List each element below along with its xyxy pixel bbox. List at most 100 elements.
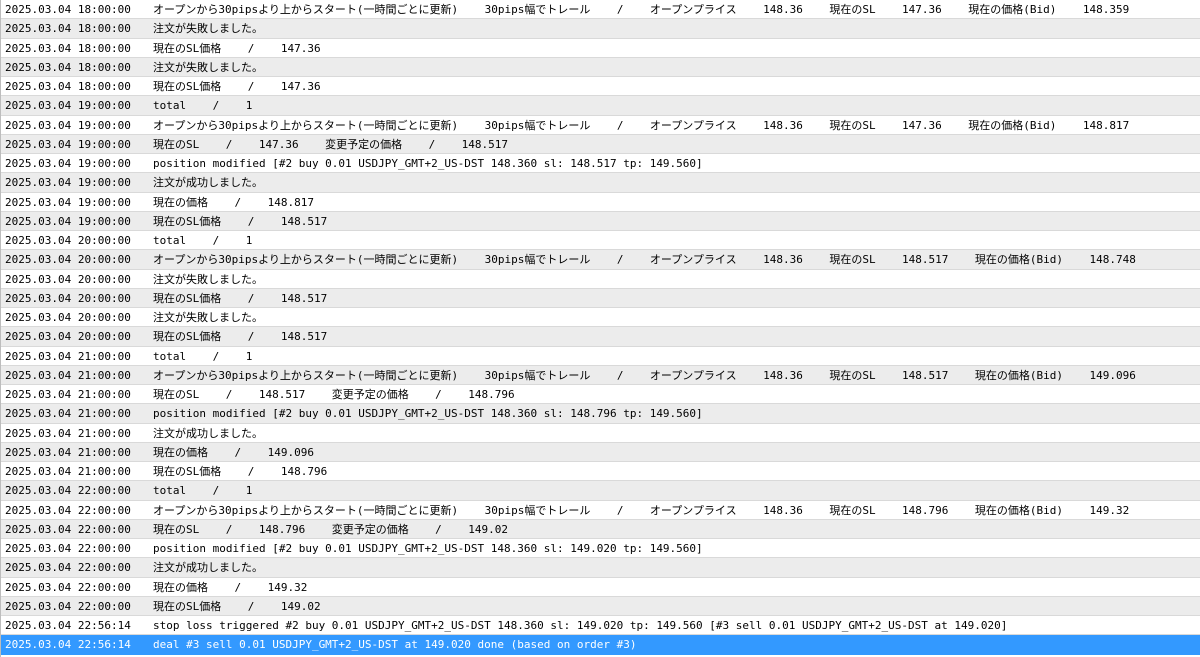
log-row-time: 2025.03.04 20:00:00	[5, 330, 131, 344]
log-row-message: オープンから30pipsより上からスタート(一時間ごとに更新) 30pips幅で…	[153, 118, 1130, 132]
log-row[interactable]: 2025.03.04 19:00:00 注文が成功しました。	[1, 173, 1200, 193]
log-row-message: 現在のSL価格 / 147.36	[153, 41, 321, 55]
log-row-time: 2025.03.04 21:00:00	[5, 445, 131, 459]
log-row[interactable]: 2025.03.04 19:00:00 total / 1	[1, 96, 1200, 116]
log-row-time: 2025.03.04 22:00:00	[5, 561, 131, 575]
log-row-time: 2025.03.04 19:00:00	[5, 118, 131, 132]
log-row-message: 注文が失敗しました。	[153, 22, 263, 36]
log-row-message: 現在のSL価格 / 149.02	[153, 599, 321, 613]
log-row-time: 2025.03.04 20:00:00	[5, 291, 131, 305]
log-row[interactable]: 2025.03.04 20:00:00 現在のSL価格 / 148.517	[1, 327, 1200, 347]
log-row-time: 2025.03.04 18:00:00	[5, 3, 131, 16]
log-row-message: 現在のSL価格 / 148.796	[153, 465, 328, 478]
log-row-message: position modified [#2 buy 0.01 USDJPY_GM…	[153, 157, 703, 170]
log-row[interactable]: 2025.03.04 22:00:00 現在のSL / 148.796 変更予定の…	[1, 519, 1200, 539]
log-row[interactable]: 2025.03.04 19:00:00 現在のSL価格 / 148.517	[1, 211, 1200, 231]
log-row[interactable]: 2025.03.04 22:00:00 注文が成功しました。	[1, 558, 1200, 578]
log-row-message: 現在のSL / 147.36 変更予定の価格 / 148.517	[153, 137, 509, 151]
log-row[interactable]: 2025.03.04 22:00:00 現在のSL価格 / 149.02	[1, 596, 1200, 616]
log-row[interactable]: 2025.03.04 21:00:00 オープンから30pipsより上からスタート…	[1, 365, 1200, 385]
log-row-time: 2025.03.04 22:00:00	[5, 580, 131, 594]
log-row[interactable]: 2025.03.04 21:00:00 注文が成功しました。	[1, 423, 1200, 443]
log-row-time: 2025.03.04 19:00:00	[5, 99, 131, 113]
log-row-time: 2025.03.04 18:00:00	[5, 60, 131, 74]
log-row-time: 2025.03.04 22:00:00	[5, 522, 131, 536]
log-row-message: stop loss triggered #2 buy 0.01 USDJPY_G…	[153, 619, 1008, 632]
log-row-time: 2025.03.04 21:00:00	[5, 465, 131, 478]
log-row-message: total / 1	[153, 484, 253, 498]
log-row-time: 2025.03.04 18:00:00	[5, 41, 131, 55]
log-row-time: 2025.03.04 21:00:00	[5, 349, 131, 363]
log-row[interactable]: 2025.03.04 22:00:00 オープンから30pipsより上からスタート…	[1, 500, 1200, 520]
log-row[interactable]: 2025.03.04 19:00:00 オープンから30pipsより上からスタート…	[1, 115, 1200, 135]
log-row[interactable]: 2025.03.04 22:00:00 現在の価格 / 149.32	[1, 577, 1200, 597]
log-row-message: 注文が失敗しました。	[153, 272, 263, 286]
log-row-time: 2025.03.04 22:56:14	[5, 638, 131, 652]
log-row[interactable]: 2025.03.04 18:00:00 オープンから30pipsより上からスタート…	[1, 0, 1200, 20]
log-row-time: 2025.03.04 20:00:00	[5, 311, 131, 324]
log-row[interactable]: 2025.03.04 20:00:00 オープンから30pipsより上からスタート…	[1, 250, 1200, 270]
log-row[interactable]: 2025.03.04 18:00:00 現在のSL価格 / 147.36	[1, 38, 1200, 58]
log-row-message: オープンから30pipsより上からスタート(一時間ごとに更新) 30pips幅で…	[153, 253, 1136, 267]
log-row[interactable]: 2025.03.04 21:00:00 position modified [#2…	[1, 404, 1200, 424]
log-row[interactable]: 2025.03.04 21:00:00 total / 1	[1, 346, 1200, 366]
log-row[interactable]: 2025.03.04 21:00:00 現在の価格 / 149.096	[1, 442, 1200, 462]
log-row-time: 2025.03.04 19:00:00	[5, 195, 131, 209]
log-row-time: 2025.03.04 22:00:00	[5, 599, 131, 613]
log-row-message: 注文が失敗しました。	[153, 60, 263, 74]
log-row-message: 現在のSL価格 / 148.517	[153, 330, 328, 344]
log-row-time: 2025.03.04 21:00:00	[5, 368, 131, 382]
log-row-message: 現在の価格 / 149.096	[153, 445, 314, 459]
log-row-message: オープンから30pipsより上からスタート(一時間ごとに更新) 30pips幅で…	[153, 368, 1136, 382]
log-row[interactable]: 2025.03.04 22:00:00 position modified [#2…	[1, 539, 1200, 559]
log-row-time: 2025.03.04 20:00:00	[5, 272, 131, 286]
log-row-message: 注文が成功しました。	[153, 176, 263, 190]
log-row[interactable]: 2025.03.04 20:00:00 現在のSL価格 / 148.517	[1, 288, 1200, 308]
log-row[interactable]: 2025.03.04 20:00:00 注文が失敗しました。	[1, 308, 1200, 328]
log-row-message: オープンから30pipsより上からスタート(一時間ごとに更新) 30pips幅で…	[153, 503, 1130, 517]
log-row-time: 2025.03.04 18:00:00	[5, 80, 131, 93]
log-row-message: position modified [#2 buy 0.01 USDJPY_GM…	[153, 407, 703, 421]
log-row-time: 2025.03.04 20:00:00	[5, 234, 131, 247]
log-row[interactable]: 2025.03.04 18:00:00 現在のSL価格 / 147.36	[1, 77, 1200, 97]
log-row-message: total / 1	[153, 234, 253, 247]
log-row-time: 2025.03.04 18:00:00	[5, 22, 131, 36]
log-row-message: 注文が成功しました。	[153, 561, 263, 575]
log-row-message: 注文が失敗しました。	[153, 311, 263, 324]
log-row-message: 現在のSL価格 / 148.517	[153, 291, 328, 305]
log-row-time: 2025.03.04 21:00:00	[5, 426, 131, 440]
log-row[interactable]: 2025.03.04 19:00:00 現在の価格 / 148.817	[1, 192, 1200, 212]
journal-log-list[interactable]: 2025.03.04 18:00:00 オープンから30pipsより上からスタート…	[0, 0, 1200, 657]
log-row-message: 現在の価格 / 149.32	[153, 580, 308, 594]
log-row-message: 注文が成功しました。	[153, 426, 263, 440]
log-row-time: 2025.03.04 22:56:14	[5, 619, 131, 632]
log-row-time: 2025.03.04 22:00:00	[5, 542, 131, 555]
log-row-time: 2025.03.04 19:00:00	[5, 157, 131, 170]
log-row[interactable]: 2025.03.04 19:00:00 現在のSL / 147.36 変更予定の価…	[1, 134, 1200, 154]
log-row[interactable]: 2025.03.04 20:00:00 注文が失敗しました。	[1, 269, 1200, 289]
log-row-time: 2025.03.04 20:00:00	[5, 253, 131, 267]
log-row-message: deal #3 sell 0.01 USDJPY_GMT+2_US-DST at…	[153, 638, 637, 652]
log-row-time: 2025.03.04 19:00:00	[5, 176, 131, 190]
log-row-message: 現在のSL価格 / 148.517	[153, 214, 328, 228]
log-row[interactable]: 2025.03.04 18:00:00 注文が失敗しました。	[1, 19, 1200, 39]
log-row[interactable]: 2025.03.04 20:00:00 total / 1	[1, 231, 1200, 251]
log-row-message: オープンから30pipsより上からスタート(一時間ごとに更新) 30pips幅で…	[153, 3, 1130, 16]
log-row-time: 2025.03.04 19:00:00	[5, 214, 131, 228]
log-row[interactable]: 2025.03.04 22:56:14 deal #3 sell 0.01 USD…	[1, 635, 1200, 655]
log-row[interactable]: 2025.03.04 22:56:14 stop loss triggered #…	[1, 616, 1200, 636]
log-row-message: 現在の価格 / 148.817	[153, 195, 314, 209]
log-row-message: 現在のSL / 148.517 変更予定の価格 / 148.796	[153, 388, 515, 401]
log-row-time: 2025.03.04 21:00:00	[5, 388, 131, 401]
log-row-message: total / 1	[153, 349, 253, 363]
log-row[interactable]: 2025.03.04 19:00:00 position modified [#2…	[1, 154, 1200, 174]
log-row-time: 2025.03.04 22:00:00	[5, 484, 131, 498]
log-row[interactable]: 2025.03.04 21:00:00 現在のSL / 148.517 変更予定の…	[1, 385, 1200, 405]
log-row[interactable]: 2025.03.04 18:00:00 注文が失敗しました。	[1, 57, 1200, 77]
log-row-message: position modified [#2 buy 0.01 USDJPY_GM…	[153, 542, 703, 555]
log-row[interactable]: 2025.03.04 21:00:00 現在のSL価格 / 148.796	[1, 462, 1200, 482]
log-row-message: 現在のSL価格 / 147.36	[153, 80, 321, 93]
log-row-time: 2025.03.04 21:00:00	[5, 407, 131, 421]
log-row-message: total / 1	[153, 99, 253, 113]
log-row[interactable]: 2025.03.04 22:00:00 total / 1	[1, 481, 1200, 501]
